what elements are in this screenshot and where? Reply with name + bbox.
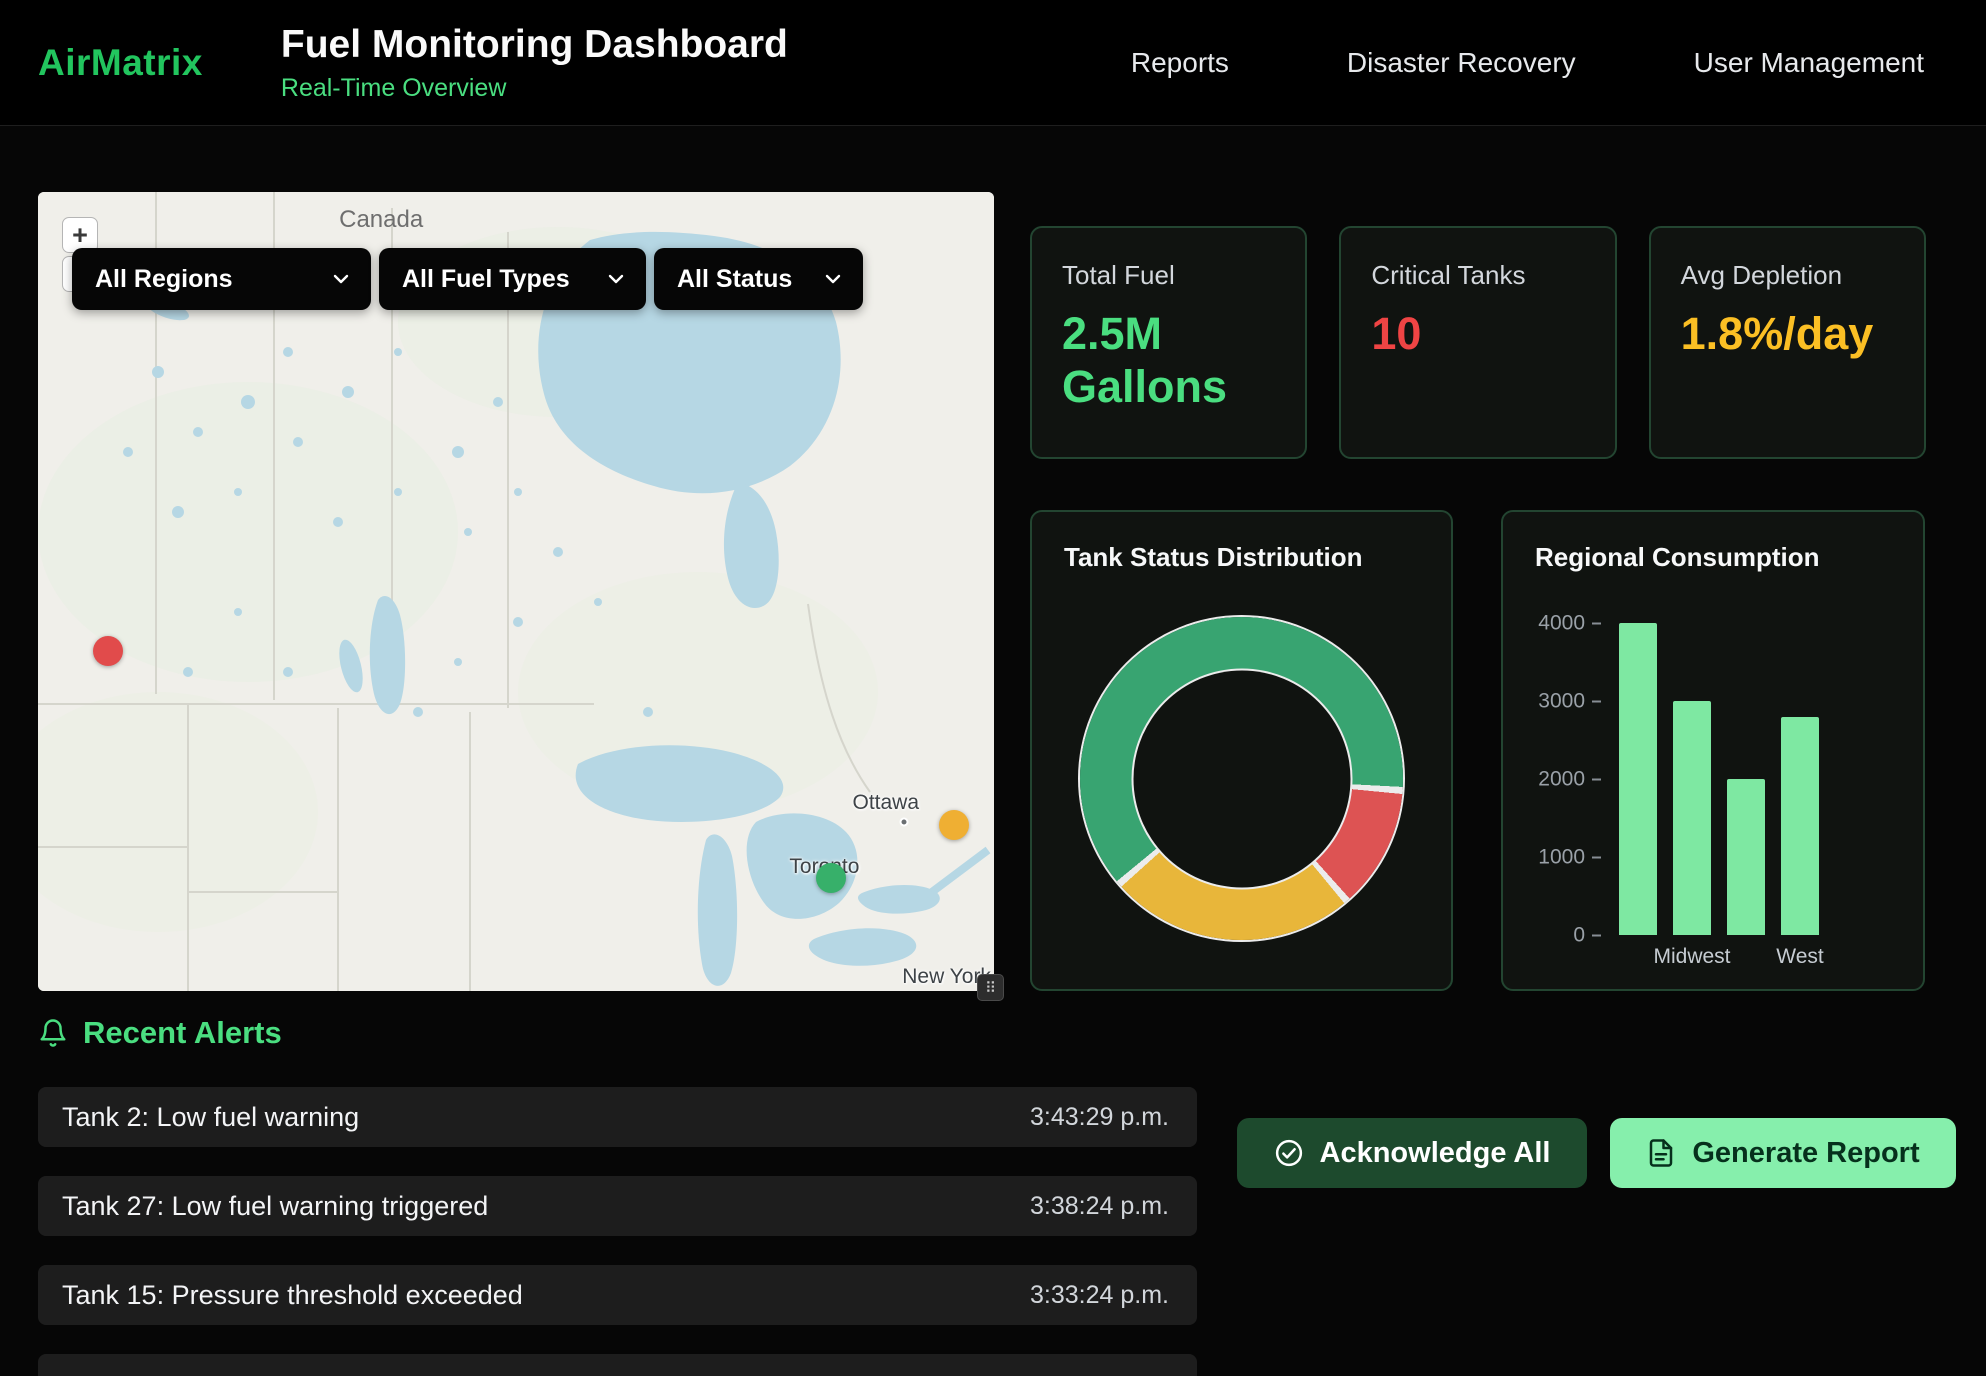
kpi-value: 2.5M Gallons: [1062, 307, 1258, 413]
bar: [1781, 717, 1819, 935]
x-tick-label: [1727, 945, 1765, 969]
recent-alerts-section: Recent Alerts Tank 2: Low fuel warning 3…: [0, 991, 1986, 1376]
y-tick-label: 3000: [1538, 691, 1601, 712]
region-filter-value: All Regions: [95, 265, 233, 294]
bar-x-axis: Midwest West: [1607, 945, 1819, 969]
alert-message: Tank 27: Low fuel warning triggered: [62, 1191, 488, 1222]
tank-status-card: Tank Status Distribution: [1030, 510, 1453, 991]
app-logo: AirMatrix: [38, 42, 203, 84]
chart-title: Tank Status Distribution: [1064, 542, 1419, 573]
kpi-label: Critical Tanks: [1371, 260, 1584, 291]
ottawa-city-dot: [900, 817, 909, 826]
alert-message: Tank 2: Low fuel warning: [62, 1102, 359, 1133]
chart-title: Regional Consumption: [1535, 542, 1891, 573]
y-tick-label: 4000: [1538, 613, 1601, 634]
y-tick-label: 0: [1573, 925, 1601, 946]
map-marker-warning[interactable]: [939, 810, 969, 840]
y-tick-label: 1000: [1538, 847, 1601, 868]
regional-consumption-card: Regional Consumption 0 1000 2000 3000 4000 M…: [1501, 510, 1925, 991]
map-resize-handle[interactable]: ⠿: [977, 974, 1004, 1001]
acknowledge-all-label: Acknowledge All: [1320, 1137, 1551, 1170]
alert-actions: Acknowledge All Generate Report: [1237, 1118, 1956, 1188]
kpi-row: Total Fuel 2.5M Gallons Critical Tanks 1…: [1030, 226, 1926, 459]
chevron-down-icon: [821, 267, 845, 291]
alert-row-partial[interactable]: [38, 1354, 1197, 1376]
bar: [1673, 701, 1711, 935]
regional-consumption-bar-chart: 01000200030004000 MidwestWest: [1535, 623, 1891, 969]
page-subtitle: Real-Time Overview: [281, 74, 788, 103]
map-label-ottawa: Ottawa: [853, 791, 920, 815]
kpi-card-critical-tanks: Critical Tanks 10: [1339, 226, 1616, 459]
alert-time: 3:33:24 p.m.: [1030, 1281, 1169, 1310]
tank-status-donut-chart: [1080, 617, 1403, 940]
alerts-heading: Recent Alerts: [38, 1015, 1926, 1051]
kpi-card-total-fuel: Total Fuel 2.5M Gallons: [1030, 226, 1307, 459]
kpi-value: 10: [1371, 307, 1567, 360]
check-circle-icon: [1274, 1138, 1304, 1168]
status-filter-value: All Status: [677, 265, 792, 294]
bar-plot: [1607, 623, 1819, 935]
x-tick-label: Midwest: [1673, 945, 1711, 969]
kpi-label: Avg Depletion: [1681, 260, 1894, 291]
x-tick-label: West: [1781, 945, 1819, 969]
alerts-title: Recent Alerts: [83, 1015, 282, 1051]
page-title: Fuel Monitoring Dashboard: [281, 23, 788, 67]
alert-time: 3:38:24 p.m.: [1030, 1192, 1169, 1221]
alert-row[interactable]: Tank 27: Low fuel warning triggered 3:38…: [38, 1176, 1197, 1236]
map-label-country: Canada: [339, 206, 423, 234]
fuel-type-filter-value: All Fuel Types: [402, 265, 570, 294]
x-tick-label: [1619, 945, 1657, 969]
water-lake-michigan: [698, 834, 737, 985]
bell-icon: [38, 1018, 68, 1048]
acknowledge-all-button[interactable]: Acknowledge All: [1237, 1118, 1587, 1188]
map-canvas[interactable]: Canada Ottawa Toronto New York: [38, 192, 994, 991]
bar-plot-column: Midwest West: [1607, 623, 1819, 969]
generate-report-label: Generate Report: [1692, 1137, 1919, 1170]
page-title-block: Fuel Monitoring Dashboard Real-Time Over…: [281, 23, 788, 103]
kpi-label: Total Fuel: [1062, 260, 1275, 291]
nav-disaster-recovery[interactable]: Disaster Recovery: [1347, 47, 1576, 79]
bar: [1619, 623, 1657, 935]
dashboard-right-column: Total Fuel 2.5M Gallons Critical Tanks 1…: [1030, 226, 1926, 991]
map-filter-bar: All Regions All Fuel Types All Status: [72, 248, 863, 310]
chevron-down-icon: [604, 267, 628, 291]
generate-report-button[interactable]: Generate Report: [1610, 1118, 1956, 1188]
main-content: Canada Ottawa Toronto New York + − All R…: [0, 126, 1986, 991]
alert-time: 3:43:29 p.m.: [1030, 1103, 1169, 1132]
map-marker-normal[interactable]: [816, 863, 846, 893]
nav-user-management[interactable]: User Management: [1694, 47, 1924, 79]
alert-row[interactable]: Tank 2: Low fuel warning 3:43:29 p.m.: [38, 1087, 1197, 1147]
bar-y-axis: 01000200030004000: [1535, 623, 1601, 935]
status-filter-dropdown[interactable]: All Status: [654, 248, 863, 310]
nav-reports[interactable]: Reports: [1131, 47, 1229, 79]
donut-hole: [1133, 670, 1350, 887]
kpi-card-avg-depletion: Avg Depletion 1.8%/day: [1649, 226, 1926, 459]
bar: [1727, 779, 1765, 935]
map-panel: Canada Ottawa Toronto New York + − All R…: [38, 192, 994, 991]
y-tick-label: 2000: [1538, 769, 1601, 790]
region-filter-dropdown[interactable]: All Regions: [72, 248, 371, 310]
alert-row[interactable]: Tank 15: Pressure threshold exceeded 3:3…: [38, 1265, 1197, 1325]
charts-row: Tank Status Distribution Regional Consum…: [1030, 510, 1926, 991]
top-bar: AirMatrix Fuel Monitoring Dashboard Real…: [0, 0, 1986, 126]
document-icon: [1646, 1138, 1676, 1168]
alert-message: Tank 15: Pressure threshold exceeded: [62, 1280, 523, 1311]
main-nav: Reports Disaster Recovery User Managemen…: [1131, 47, 1924, 79]
chevron-down-icon: [329, 267, 353, 291]
map-marker-critical[interactable]: [93, 636, 123, 666]
kpi-value: 1.8%/day: [1681, 307, 1877, 360]
fuel-type-filter-dropdown[interactable]: All Fuel Types: [379, 248, 646, 310]
